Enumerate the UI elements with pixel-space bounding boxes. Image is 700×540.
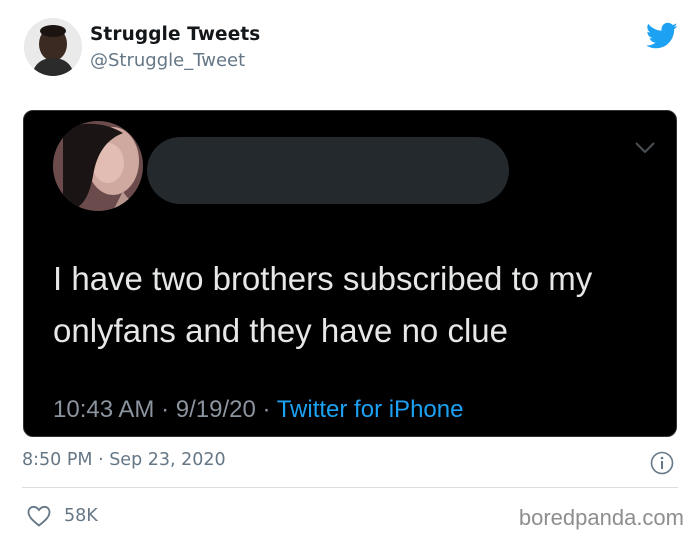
watermark: boredpanda.com <box>518 505 684 530</box>
author-handle[interactable]: @Struggle_Tweet <box>90 50 245 71</box>
embedded-tweet-meta: 10:43 AM · 9/19/20 · Twitter for iPhone <box>53 396 463 424</box>
embedded-avatar <box>53 121 143 211</box>
chevron-down-icon <box>635 142 655 154</box>
embedded-tweet-screenshot: I have two brothers subscribed to my onl… <box>23 110 677 437</box>
heart-icon <box>27 505 51 527</box>
author-name[interactable]: Struggle Tweets <box>90 24 260 45</box>
divider <box>22 487 678 488</box>
like-button[interactable]: 58K <box>26 503 98 529</box>
twitter-bird-icon[interactable] <box>646 22 678 50</box>
info-icon[interactable] <box>650 451 674 475</box>
tweet-timestamp[interactable]: 8:50 PM · Sep 23, 2020 <box>22 450 226 470</box>
author-avatar[interactable] <box>24 18 82 76</box>
tweet-header: Struggle Tweets @Struggle_Tweet <box>24 18 684 80</box>
embedded-source: Twitter for iPhone <box>276 396 464 423</box>
embedded-time: 10:43 AM · 9/19/20 · <box>53 396 277 423</box>
embedded-tweet-text: I have two brothers subscribed to my onl… <box>53 260 593 349</box>
like-count: 58K <box>64 506 98 526</box>
redacted-username <box>147 137 509 204</box>
